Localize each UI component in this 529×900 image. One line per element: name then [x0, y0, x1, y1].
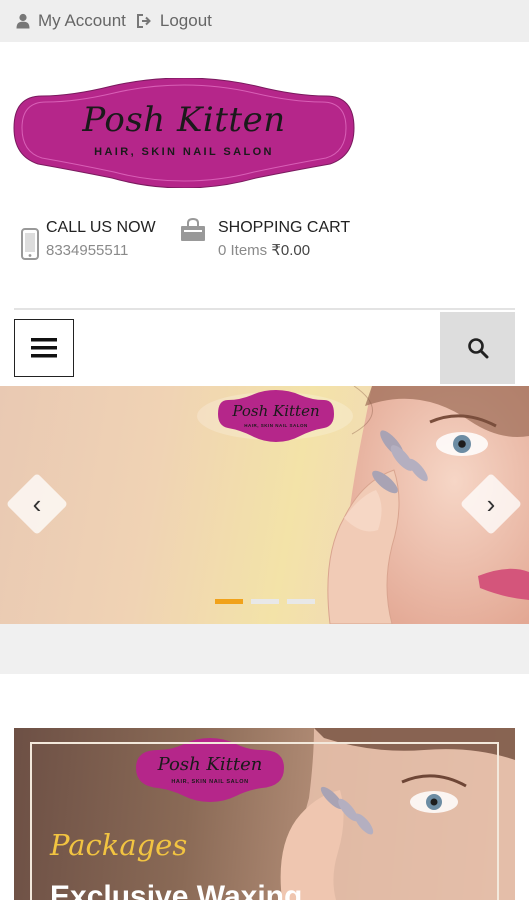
shopping-cart-block[interactable]: SHOPPING CART 0 Items ₹0.00	[180, 218, 350, 262]
hero-slide-image	[197, 386, 529, 624]
logout-link[interactable]: Logout	[136, 11, 212, 31]
promo-frame	[30, 742, 499, 900]
my-account-link[interactable]: My Account	[16, 11, 126, 31]
slider-dot-2[interactable]	[251, 599, 279, 604]
shopping-cart-title: SHOPPING CART	[218, 219, 351, 236]
nav-bar	[14, 312, 515, 384]
hero-slider[interactable]: Posh Kitten HAIR, SKIN NAIL SALON ‹ ›	[0, 386, 529, 624]
slider-pagination	[215, 599, 323, 604]
logo-subtitle: HAIR, SKIN NAIL SALON	[94, 146, 274, 158]
slider-dot-3[interactable]	[287, 599, 315, 604]
hamburger-menu-icon	[31, 338, 57, 358]
slider-prev-button[interactable]: ‹	[5, 472, 69, 536]
logo-title: Posh Kitten	[82, 100, 286, 140]
chevron-left-icon: ‹	[32, 488, 42, 519]
call-us-title: CALL US NOW	[46, 219, 156, 236]
slider-dot-1[interactable]	[215, 599, 243, 604]
search-icon	[467, 338, 488, 359]
phone-number: 8334955511	[46, 242, 129, 259]
logout-icon	[136, 14, 151, 28]
search-button[interactable]	[440, 312, 515, 384]
slide-logo-title: Posh Kitten	[232, 402, 320, 420]
section-spacer	[0, 624, 529, 674]
site-logo[interactable]: Posh Kitten HAIR, SKIN NAIL SALON	[12, 78, 356, 188]
chevron-right-icon: ›	[486, 488, 496, 519]
logout-label: Logout	[159, 11, 212, 30]
top-bar: My Account Logout	[0, 0, 529, 42]
promo-kicker: Packages	[50, 828, 188, 862]
menu-toggle-button[interactable]	[14, 319, 74, 377]
shopping-bag-icon	[181, 218, 205, 241]
call-us-block[interactable]: CALL US NOW 8334955511	[20, 218, 156, 262]
slide-logo-subtitle: HAIR, SKIN NAIL SALON	[244, 423, 308, 428]
packages-promo-banner[interactable]: Posh Kitten HAIR, SKIN NAIL SALON Packag…	[14, 728, 515, 900]
mobile-phone-icon	[21, 228, 39, 260]
user-icon	[16, 13, 30, 29]
header-divider	[14, 308, 515, 310]
slider-next-button[interactable]: ›	[459, 472, 523, 536]
promo-headline: Exclusive Waxing	[50, 880, 303, 900]
cart-total: ₹0.00	[271, 242, 311, 259]
my-account-label: My Account	[38, 11, 126, 30]
cart-item-count: 0 Items	[218, 242, 268, 259]
